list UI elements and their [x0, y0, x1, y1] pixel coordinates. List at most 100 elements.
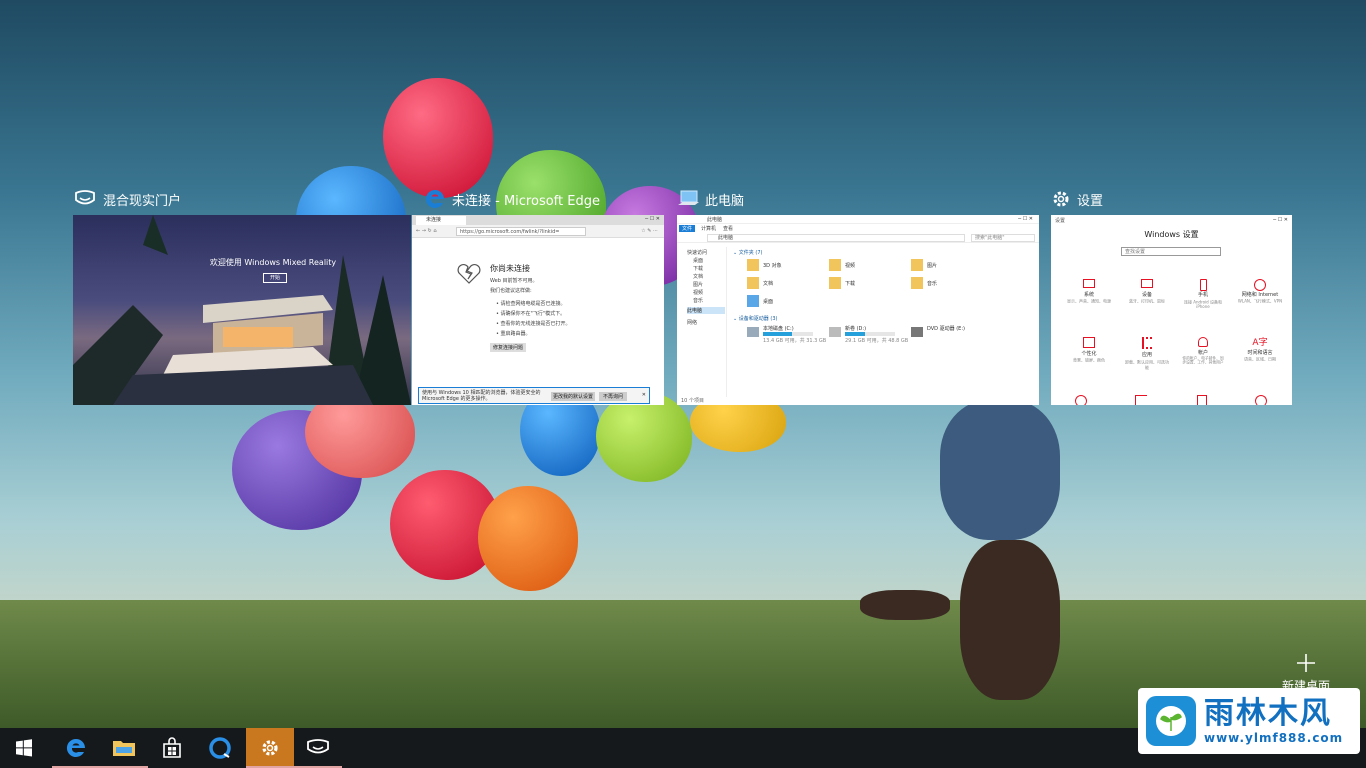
folders-header: ⌄ 文件夹 (7) — [733, 250, 763, 256]
settings-item[interactable]: 系统 显示、声音、通知、电源 — [1061, 279, 1117, 305]
window-title-text: 设置 — [1077, 193, 1104, 209]
apps-list-icon — [1142, 337, 1152, 349]
nav-item[interactable]: 图片 — [693, 281, 703, 288]
folder-label: 3D 对象 — [763, 263, 782, 269]
nav-item[interactable]: 网络 — [687, 319, 697, 326]
change-default-button[interactable]: 更改我的默认设置 — [551, 392, 596, 401]
ribbon-tab-computer[interactable]: 计算机 — [701, 225, 716, 232]
drive-usage-bar — [763, 332, 813, 336]
watermark-brand: 雨林木风 — [1204, 696, 1332, 731]
window-title-text: 此电脑 — [705, 193, 745, 209]
try-label: 我们也建议这样做: — [490, 288, 532, 294]
settings-item[interactable]: 手机 连接 Android 设备和 iPhone — [1175, 279, 1231, 311]
window-controls[interactable]: ─ ☐ ✕ — [1273, 217, 1288, 223]
nav-item[interactable]: 音乐 — [693, 297, 703, 304]
window-thumbnail[interactable]: 欢迎使用 Windows Mixed Reality 开始 — [73, 215, 411, 405]
settings-search[interactable]: 查找设置 — [1121, 247, 1221, 256]
window-title-text: 混合现实门户 — [103, 193, 182, 209]
settings-item-desc: 连接 Android 设备和 iPhone — [1183, 300, 1222, 310]
nav-item[interactable]: 桌面 — [693, 257, 703, 264]
drive-item[interactable]: DVD 驱动器 (E:) — [911, 325, 991, 345]
cortana-icon — [209, 737, 231, 759]
start-button[interactable] — [0, 728, 48, 768]
windows-logo-icon — [16, 739, 32, 757]
window-thumbnail[interactable]: 设置 ─ ☐ ✕ Windows 设置 查找设置 系统 显示、声音、通知、电源 … — [1051, 215, 1292, 405]
explorer-title: 此电脑 — [707, 217, 723, 223]
folder-item[interactable]: 文档 — [747, 277, 827, 291]
folder-icon — [747, 259, 759, 271]
drive-item[interactable]: 新卷 (D:) 29.1 GB 可用，共 48.8 GB — [829, 325, 909, 345]
settings-item-label: 设备 — [1141, 292, 1152, 298]
ribbon-tab-file[interactable]: 文件 — [679, 225, 696, 232]
folder-item[interactable]: 桌面 — [747, 295, 827, 309]
troubleshoot-button[interactable]: 修复连接问题 — [490, 343, 527, 352]
navigation-pane: 快速访问 桌面 下载 文档 图片 视频 音乐 此电脑 网络 — [677, 247, 727, 397]
drive-item[interactable]: 本地磁盘 (C:) 13.4 GB 可用，共 31.3 GB — [747, 325, 827, 345]
settings-item-label: 时间和语言 — [1247, 350, 1273, 356]
window-title: 设置 — [1051, 186, 1103, 212]
settings-item[interactable]: 网络和 Internet WLAN、飞行模式、VPN — [1231, 279, 1289, 305]
taskbar-file-explorer[interactable] — [100, 728, 148, 768]
house-illustration — [73, 215, 411, 405]
settings-item[interactable]: 设备 蓝牙、打印机、鼠标 — [1119, 279, 1175, 305]
settings-item[interactable]: 个性化 背景、锁屏、颜色 — [1061, 337, 1117, 364]
settings-item[interactable]: A字 时间和语言 语音、区域、日期 — [1231, 337, 1289, 363]
nav-item-selected[interactable]: 此电脑 — [687, 307, 725, 314]
suggestion-item: • 重启路由器。 — [496, 331, 531, 337]
gear-icon — [1053, 191, 1069, 207]
privacy-icon — [1197, 395, 1207, 405]
search-field[interactable]: 搜索"此电脑" — [971, 234, 1035, 242]
window-controls[interactable]: ─ ☐ ✕ — [1018, 216, 1033, 222]
nav-item[interactable]: 视频 — [693, 289, 703, 296]
settings-item-label: 手机 — [1197, 292, 1208, 298]
balloon — [478, 486, 578, 591]
window-thumbnail[interactable]: 此电脑 ─ ☐ ✕ 文件 计算机 查看 此电脑 搜索"此电脑" 快速访问 桌面 … — [677, 215, 1039, 405]
nav-item[interactable]: 文档 — [693, 273, 703, 280]
taskbar-cortana[interactable] — [196, 728, 244, 768]
window-controls[interactable]: ─ ☐ ✕ — [645, 216, 660, 222]
suggestion-text: 查看你的无线连接是否已打开。 — [500, 321, 571, 327]
settings-item-desc: 显示、声音、通知、电源 — [1066, 299, 1111, 305]
welcome-text: 欢迎使用 Windows Mixed Reality — [209, 258, 337, 267]
settings-item[interactable]: 应用 卸载、默认应用、可选功能 — [1119, 337, 1175, 372]
address-bar[interactable]: ← → ↻ ⌂ https://go.microsoft.com/fwlink/… — [412, 225, 664, 238]
settings-heading: Windows 设置 — [1144, 230, 1199, 239]
drives-header: ⌄ 设备和驱动器 (3) — [733, 316, 778, 322]
settings-item-desc: 语音、区域、日期 — [1243, 357, 1276, 363]
taskbar-edge[interactable] — [52, 728, 100, 768]
folder-item[interactable]: 视频 — [829, 259, 909, 273]
drive-usage-bar — [845, 332, 895, 336]
folder-item[interactable]: 下载 — [829, 277, 909, 291]
nav-buttons[interactable]: ← → ↻ ⌂ — [416, 228, 437, 234]
update-icon — [1255, 395, 1267, 405]
suggestion-list: • 请检查网络电缆是否已连接。 • 请确保你不在"飞行"模式下。 • 查看你的无… — [496, 299, 571, 339]
folder-label: 图片 — [927, 263, 938, 269]
folder-icon — [829, 277, 841, 289]
browser-tab[interactable]: 未连接 — [416, 216, 466, 225]
store-icon — [163, 737, 181, 758]
folder-label: 文档 — [763, 281, 774, 287]
url-field[interactable]: https://go.microsoft.com/fwlink/?linkid= — [456, 227, 586, 236]
ribbon-tab-view[interactable]: 查看 — [723, 225, 733, 232]
taskbar-settings[interactable] — [246, 728, 294, 768]
settings-item[interactable]: 帐户 你的帐户、电子邮件、同步设置、工作、其他用户 — [1175, 337, 1231, 366]
error-subtitle: Web 目前暂不可用。 — [490, 278, 538, 284]
taskbar-store[interactable] — [148, 728, 196, 768]
folder-item[interactable]: 音乐 — [911, 277, 991, 291]
nav-item[interactable]: 下载 — [693, 265, 703, 272]
taskbar-mixed-reality-portal[interactable] — [294, 728, 342, 768]
suggestion-item: • 请检查网络电缆是否已连接。 — [496, 301, 566, 307]
get-started-button[interactable]: 开始 — [263, 273, 287, 283]
folder-item[interactable]: 3D 对象 — [747, 259, 827, 273]
toolbar-icons[interactable]: ☆ ✎ ⋯ — [641, 228, 658, 234]
close-icon[interactable]: ✕ — [642, 392, 646, 398]
folder-icon — [747, 277, 759, 289]
window-thumbnail[interactable]: 未连接 ─ ☐ ✕ ← → ↻ ⌂ https://go.microsoft.c… — [412, 215, 664, 405]
dont-ask-button[interactable]: 不再询问 — [599, 392, 628, 401]
keyboard-icon — [1141, 279, 1153, 288]
settings-item-desc: 蓝牙、打印机、鼠标 — [1128, 299, 1165, 305]
folder-item[interactable]: 图片 — [911, 259, 991, 273]
address-field[interactable]: 此电脑 — [707, 234, 965, 242]
suggestion-item: • 查看你的无线连接是否已打开。 — [496, 321, 571, 327]
nav-item[interactable]: 快速访问 — [687, 249, 707, 256]
